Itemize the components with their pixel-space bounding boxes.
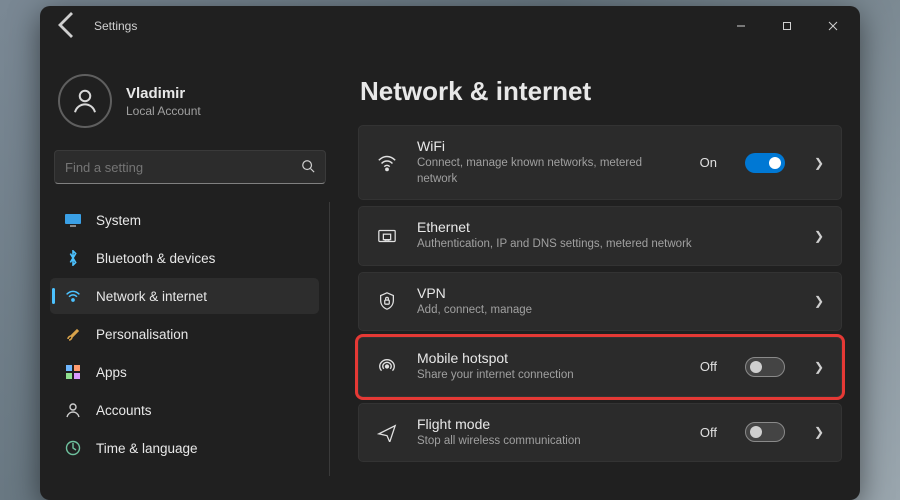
card-subtitle: Authentication, IP and DNS settings, met… (417, 237, 795, 253)
window-body: Vladimir Local Account System Bluetooth … (40, 46, 860, 500)
card-ethernet[interactable]: Ethernet Authentication, IP and DNS sett… (358, 206, 842, 266)
sidebar-item-label: System (96, 213, 141, 228)
sidebar-item-bluetooth[interactable]: Bluetooth & devices (50, 240, 319, 276)
chevron-right-icon: ❯ (813, 156, 825, 170)
sidebar: Vladimir Local Account System Bluetooth … (40, 46, 340, 500)
toggle-state: Off (700, 359, 717, 374)
profile-block[interactable]: Vladimir Local Account (50, 56, 330, 150)
sidebar-item-accounts[interactable]: Accounts (50, 392, 319, 428)
card-vpn[interactable]: VPN Add, connect, manage ❯ (358, 272, 842, 332)
bluetooth-icon (64, 249, 82, 267)
hotspot-toggle[interactable] (745, 357, 785, 377)
card-text: Ethernet Authentication, IP and DNS sett… (417, 219, 795, 253)
page-title: Network & internet (360, 76, 842, 107)
search-input[interactable] (65, 160, 301, 175)
main-panel: Network & internet WiFi Connect, manage … (340, 46, 860, 500)
sidebar-item-time[interactable]: Time & language (50, 430, 319, 466)
sidebar-item-apps[interactable]: Apps (50, 354, 319, 390)
settings-window: Settings Vladimir Local Account (40, 6, 860, 500)
chevron-right-icon: ❯ (813, 425, 825, 439)
sidebar-item-label: Personalisation (96, 327, 188, 342)
profile-text: Vladimir Local Account (126, 85, 201, 118)
clock-globe-icon (64, 439, 82, 457)
window-title: Settings (94, 19, 137, 33)
search-icon (301, 159, 315, 176)
back-button[interactable] (52, 9, 84, 44)
card-wifi[interactable]: WiFi Connect, manage known networks, met… (358, 125, 842, 200)
account-type: Local Account (126, 104, 201, 118)
sidebar-item-network[interactable]: Network & internet (50, 278, 319, 314)
sidebar-item-label: Bluetooth & devices (96, 251, 215, 266)
avatar (58, 74, 112, 128)
sidebar-item-label: Time & language (96, 441, 198, 456)
card-text: Mobile hotspot Share your internet conne… (417, 350, 682, 384)
wifi-toggle[interactable] (745, 153, 785, 173)
card-title: WiFi (417, 138, 682, 154)
user-name: Vladimir (126, 85, 201, 102)
settings-cards: WiFi Connect, manage known networks, met… (358, 125, 842, 462)
card-flight-mode[interactable]: Flight mode Stop all wireless communicat… (358, 403, 842, 463)
chevron-right-icon: ❯ (813, 360, 825, 374)
toggle-state: Off (700, 425, 717, 440)
sidebar-item-label: Apps (96, 365, 127, 380)
toggle-state: On (700, 155, 717, 170)
sidebar-item-label: Network & internet (96, 289, 207, 304)
apps-icon (64, 363, 82, 381)
flight-mode-toggle[interactable] (745, 422, 785, 442)
airplane-icon (375, 422, 399, 442)
card-mobile-hotspot[interactable]: Mobile hotspot Share your internet conne… (358, 337, 842, 397)
card-text: VPN Add, connect, manage (417, 285, 795, 319)
card-subtitle: Stop all wireless communication (417, 434, 682, 450)
card-subtitle: Add, connect, manage (417, 303, 795, 319)
chevron-right-icon: ❯ (813, 229, 825, 243)
titlebar: Settings (40, 6, 860, 46)
card-subtitle: Share your internet connection (417, 368, 682, 384)
sidebar-item-system[interactable]: System (50, 202, 319, 238)
card-title: Mobile hotspot (417, 350, 682, 366)
brush-icon (64, 325, 82, 343)
card-text: WiFi Connect, manage known networks, met… (417, 138, 682, 187)
sidebar-item-personalisation[interactable]: Personalisation (50, 316, 319, 352)
card-text: Flight mode Stop all wireless communicat… (417, 416, 682, 450)
close-button[interactable] (810, 6, 856, 46)
wifi-icon (64, 287, 82, 305)
maximize-button[interactable] (764, 6, 810, 46)
hotspot-icon (375, 357, 399, 377)
window-controls (718, 6, 856, 46)
card-title: VPN (417, 285, 795, 301)
minimize-button[interactable] (718, 6, 764, 46)
person-icon (64, 401, 82, 419)
card-title: Ethernet (417, 219, 795, 235)
shield-lock-icon (375, 291, 399, 311)
card-title: Flight mode (417, 416, 682, 432)
chevron-right-icon: ❯ (813, 294, 825, 308)
sidebar-nav: System Bluetooth & devices Network & int… (50, 202, 330, 476)
card-subtitle: Connect, manage known networks, metered … (417, 156, 682, 187)
wifi-icon (375, 153, 399, 173)
monitor-icon (64, 211, 82, 229)
ethernet-icon (375, 226, 399, 246)
search-box[interactable] (54, 150, 326, 184)
sidebar-item-label: Accounts (96, 403, 152, 418)
